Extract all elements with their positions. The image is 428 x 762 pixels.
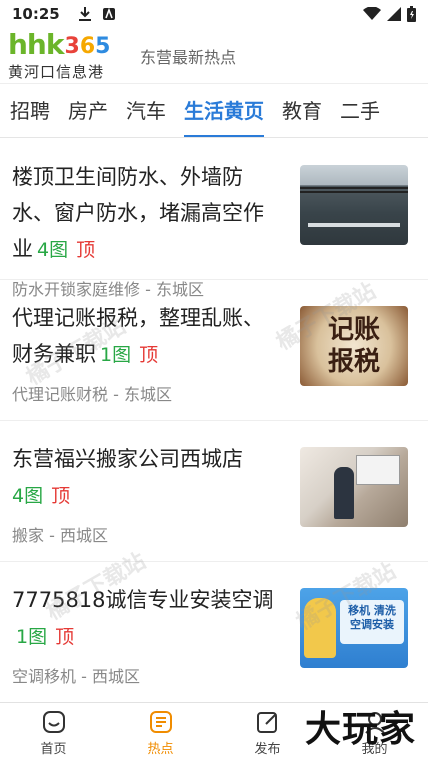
list-item[interactable]: 7775818诚信专业安装空调1图顶 空调移机 - 西城区 移机 清洗 空调安装	[0, 562, 428, 702]
listing-title: 东营福兴搬家公司西城店	[12, 447, 243, 471]
listing-meta: 代理记账财税 - 东城区	[12, 385, 172, 404]
list-item[interactable]: 东营福兴搬家公司西城店 4图顶 搬家 - 西城区	[0, 421, 428, 562]
tab-recruitment[interactable]: 招聘	[10, 84, 50, 137]
status-bar: 10:25	[0, 0, 428, 28]
listing-thumbnail	[300, 165, 408, 245]
image-count: 4图	[12, 485, 44, 507]
page-title: 东营最新热点	[140, 47, 237, 67]
listing-title: 楼顶卫生间防水、外墙防水、窗户防水，堵漏高空作业 4图顶	[12, 165, 264, 261]
image-count: 1图	[100, 344, 132, 366]
nav-hot[interactable]: 热点	[107, 703, 214, 762]
nav-home-label: 首页	[40, 741, 67, 757]
image-count: 4图	[37, 239, 69, 261]
app-notification-icon	[102, 7, 115, 20]
nav-publish-label: 发布	[254, 741, 281, 757]
listing-title: 7775818诚信专业安装空调1图顶	[12, 588, 274, 648]
listing-thumbnail: 记账 报税	[300, 306, 408, 386]
logo-subtitle: 黄河口信息港	[8, 62, 105, 81]
top-tag: 顶	[55, 626, 75, 648]
tab-second-hand[interactable]: 二手	[340, 84, 380, 137]
listing-thumbnail: 移机 清洗 空调安装	[300, 588, 408, 668]
status-time: 10:25	[12, 5, 60, 23]
tab-education[interactable]: 教育	[282, 84, 322, 137]
download-icon	[78, 7, 91, 21]
signal-icon	[387, 7, 401, 21]
listing-meta: 搬家 - 西城区	[12, 526, 108, 545]
hot-news-icon	[149, 710, 172, 733]
top-tag: 顶	[139, 344, 159, 366]
edit-icon	[256, 711, 277, 733]
nav-hot-label: 热点	[147, 741, 174, 757]
bottom-nav: 首页 热点 发布 我的 大玩家	[0, 702, 428, 762]
tab-cars[interactable]: 汽车	[126, 84, 166, 137]
home-icon	[42, 710, 65, 733]
category-tabs: 招聘 房产 汽车 生活黄页 教育 二手	[0, 84, 428, 138]
tab-real-estate[interactable]: 房产	[68, 84, 108, 137]
logo-365-text: 365	[64, 33, 111, 59]
wifi-icon	[363, 7, 381, 20]
nav-home[interactable]: 首页	[0, 703, 107, 762]
tab-life-yellow-pages[interactable]: 生活黄页	[184, 84, 264, 137]
logo-hhk-text: hhk	[8, 27, 64, 61]
listing-thumbnail	[300, 447, 408, 527]
listing-title: 代理记账报税，整理乱账、财务兼职 1图顶	[12, 306, 264, 366]
list-item[interactable]: 楼顶卫生间防水、外墙防水、窗户防水，堵漏高空作业 4图顶 防水开锁家庭维修 - 东…	[0, 139, 428, 299]
listing-meta: 空调移机 - 西城区	[12, 667, 140, 686]
top-tag: 顶	[51, 485, 71, 507]
listing-list: 楼顶卫生间防水、外墙防水、窗户防水，堵漏高空作业 4图顶 防水开锁家庭维修 - 东…	[0, 139, 428, 702]
hhk365-logo: hhk 365 黄河口信息港	[8, 27, 126, 81]
image-count: 1图	[16, 626, 48, 648]
battery-icon	[407, 6, 416, 22]
top-tag: 顶	[76, 239, 96, 261]
app-header: hhk 365 黄河口信息港 东营最新热点	[0, 28, 428, 84]
brand-watermark: 大玩家	[304, 709, 416, 750]
list-item[interactable]: 代理记账报税，整理乱账、财务兼职 1图顶 代理记账财税 - 东城区 记账 报税	[0, 280, 428, 421]
